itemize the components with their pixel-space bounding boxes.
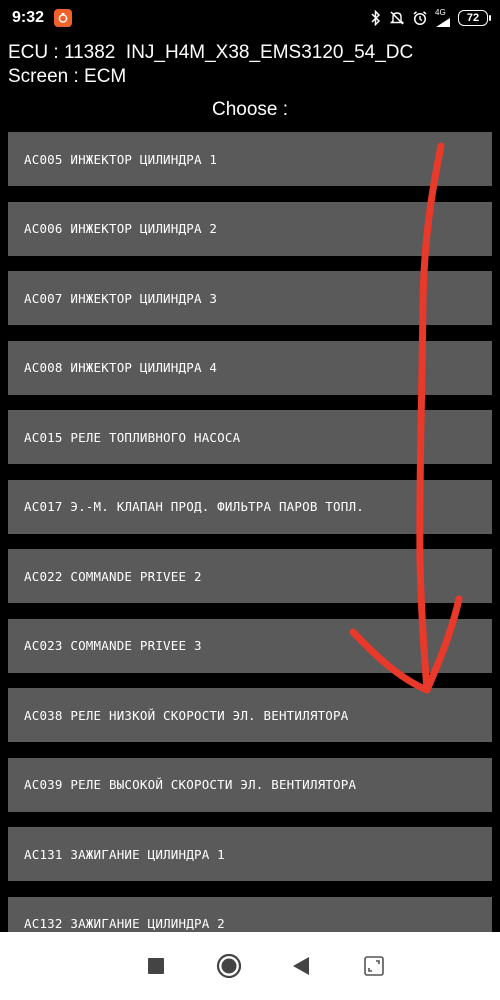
list-item[interactable]: AC007 ИНЖЕКТОР ЦИЛИНДРА 3 xyxy=(8,271,492,325)
list-item-label: AC017 Э.-М. КЛАПАН ПРОД. ФИЛЬТРА ПАРОВ Т… xyxy=(24,499,364,514)
screenshot-button[interactable] xyxy=(354,946,394,986)
notification-app-icon xyxy=(54,9,73,27)
list-item[interactable]: AC006 ИНЖЕКТОР ЦИЛИНДРА 2 xyxy=(8,201,492,256)
bluetooth-icon xyxy=(370,10,382,26)
battery-level: 72 xyxy=(466,12,480,24)
ecu-label: ECU : 11382 INJ_H4M_X38_EMS3120_54_DC xyxy=(8,42,414,63)
battery-icon: 72 xyxy=(458,10,491,26)
list-item-label: AC132 ЗАЖИГАНИЕ ЦИЛИНДРА 2 xyxy=(24,916,225,931)
list-item-label: AC039 РЕЛЕ ВЫСОКОЙ СКОРОСТИ ЭЛ. ВЕНТИЛЯТ… xyxy=(24,777,357,792)
network-type: 4G xyxy=(435,7,446,17)
list-item-label: AC038 РЕЛЕ НИЗКОЙ СКОРОСТИ ЭЛ. ВЕНТИЛЯТО… xyxy=(24,707,349,723)
back-button[interactable] xyxy=(281,946,321,986)
signal-icon: 4G xyxy=(435,7,451,28)
list-item[interactable]: AC039 РЕЛЕ ВЫСОКОЙ СКОРОСТИ ЭЛ. ВЕНТИЛЯТ… xyxy=(8,757,492,812)
clock: 9:32 xyxy=(12,9,45,26)
list-item[interactable]: AC008 ИНЖЕКТОР ЦИЛИНДРА 4 xyxy=(8,340,492,395)
home-button[interactable] xyxy=(209,946,249,986)
list-item-label: AC006 ИНЖЕКТОР ЦИЛИНДРА 2 xyxy=(24,221,218,236)
navigation-bar xyxy=(0,932,500,1000)
list-item-label: AC131 ЗАЖИГАНИЕ ЦИЛИНДРА 1 xyxy=(24,846,225,862)
list-item-label: AC022 COMMANDE PRIVEE 2 xyxy=(24,568,202,584)
list-item[interactable]: AC023 COMMANDE PRIVEE 3 xyxy=(8,618,492,673)
list-item[interactable]: AC132 ЗАЖИГАНИЕ ЦИЛИНДРА 2 xyxy=(8,896,492,932)
list-item-label: AC007 ИНЖЕКТОР ЦИЛИНДРА 3 xyxy=(24,290,218,306)
list-item-label: AC023 COMMANDE PRIVEE 3 xyxy=(24,638,202,653)
recent-apps-button[interactable] xyxy=(136,946,176,986)
list-item[interactable]: AC017 Э.-М. КЛАПАН ПРОД. ФИЛЬТРА ПАРОВ Т… xyxy=(8,479,492,534)
list-item[interactable]: AC131 ЗАЖИГАНИЕ ЦИЛИНДРА 1 xyxy=(8,827,492,881)
list-item[interactable]: AC005 ИНЖЕКТОР ЦИЛИНДРА 1 xyxy=(8,132,492,186)
recent-apps-icon xyxy=(148,958,165,974)
mute-icon xyxy=(389,10,405,26)
screen-label: Screen : ECM xyxy=(8,66,127,87)
choose-heading: Choose : xyxy=(211,99,289,120)
back-icon xyxy=(293,957,310,975)
screenshot-icon xyxy=(363,956,384,976)
status-icons: 4G 72 xyxy=(370,7,491,28)
home-icon xyxy=(216,953,241,979)
list-item[interactable]: AC038 РЕЛЕ НИЗКОЙ СКОРОСТИ ЭЛ. ВЕНТИЛЯТО… xyxy=(8,688,492,742)
list-item-label: AC008 ИНЖЕКТОР ЦИЛИНДРА 4 xyxy=(24,360,218,375)
actuator-list[interactable]: AC005 ИНЖЕКТОР ЦИЛИНДРА 1 AC006 ИНЖЕКТОР… xyxy=(8,132,492,932)
list-item-label: AC005 ИНЖЕКТОР ЦИЛИНДРА 1 xyxy=(24,151,218,167)
list-item[interactable]: AC022 COMMANDE PRIVEE 2 xyxy=(8,549,492,603)
alarm-icon xyxy=(412,10,428,26)
status-bar: 9:32 4G 72 xyxy=(0,0,500,36)
list-item[interactable]: AC015 РЕЛЕ ТОПЛИВНОГО НАСОСА xyxy=(8,410,492,464)
list-item-label: AC015 РЕЛЕ ТОПЛИВНОГО НАСОСА xyxy=(24,429,241,445)
